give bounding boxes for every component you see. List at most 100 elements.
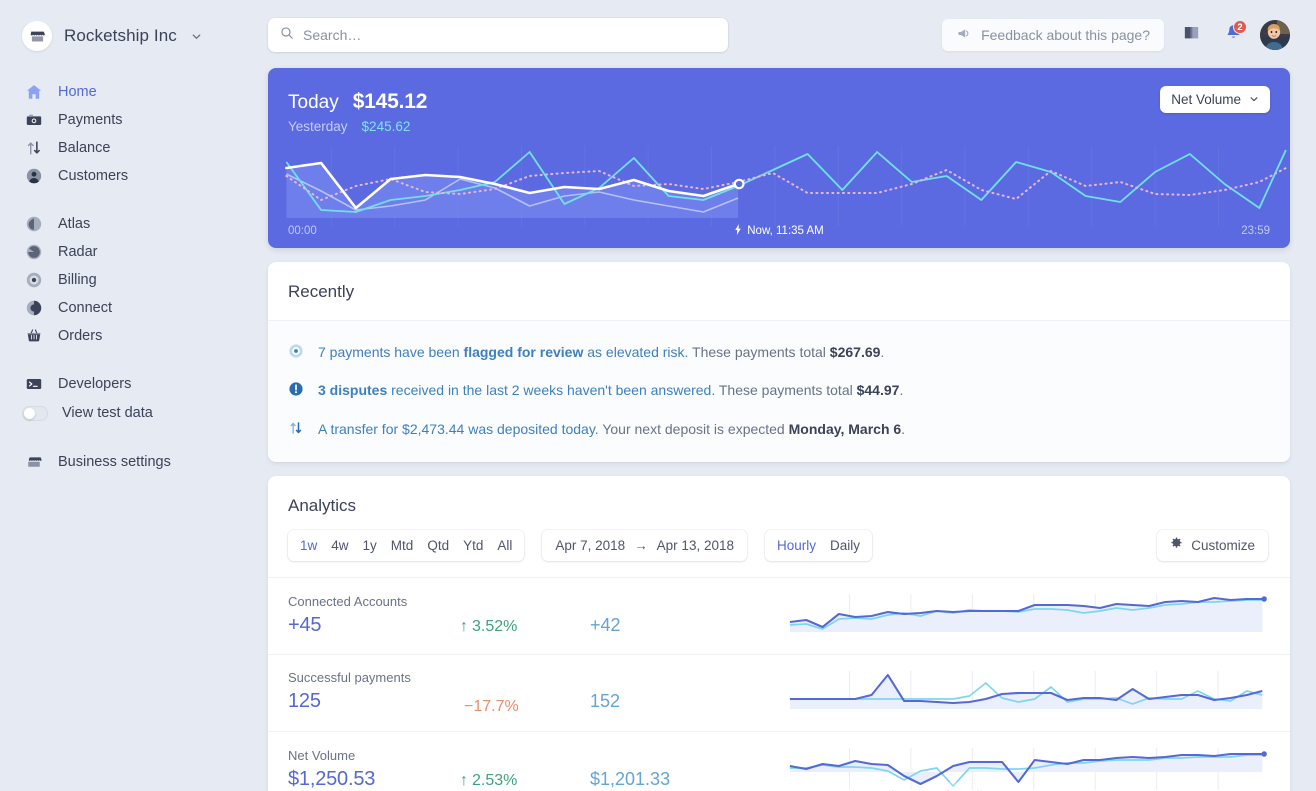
sidebar-item-atlas[interactable]: Atlas [0, 210, 252, 238]
search-icon [280, 26, 294, 45]
hero-today-value: $145.12 [352, 90, 428, 113]
sidebar-item-label: Business settings [58, 454, 171, 470]
recent-text-seg: . [899, 382, 904, 399]
recent-amount: $267.69 [829, 344, 881, 360]
sidebar-item-label: Connect [58, 300, 113, 316]
view-test-data-toggle[interactable]: View test data [0, 398, 252, 428]
hero-net-volume-card: Today $145.12 Yesterday $245.62 Net Volu… [268, 68, 1290, 248]
granularity-option-hourly[interactable]: Hourly [771, 531, 822, 560]
hero-today: Today $145.12 [288, 90, 1264, 114]
metric-delta-value: −17.7% [464, 697, 519, 715]
recent-text-seg[interactable]: have been [390, 344, 463, 360]
hero-yesterday-label: Yesterday [288, 119, 348, 134]
metric-label: Successful payments [288, 669, 411, 685]
metric-info: Net Volume $1,250.53 ↑ 2.53% $1,201.33 [288, 748, 788, 791]
metric-primary-value: 125 [288, 689, 321, 712]
hero-axis-now-label: Now, 11:35 AM [747, 225, 824, 237]
topbar: Feedback about this page? 2 [268, 16, 1290, 54]
docs-button[interactable] [1176, 20, 1206, 50]
metric-compare-value: +42 [590, 615, 621, 636]
transfer-arrows-icon [24, 138, 44, 158]
granularity-segmented-control[interactable]: Hourly Daily [764, 529, 873, 561]
sidebar-group-settings: Business settings [0, 448, 252, 476]
sidebar-item-label: Home [58, 84, 97, 100]
avatar[interactable] [1260, 20, 1290, 50]
sidebar-item-radar[interactable]: Radar [0, 238, 252, 266]
range-segmented-control[interactable]: 1w 4w 1y Mtd Qtd Ytd All [288, 529, 525, 561]
brand-name: Rocketship Inc [64, 26, 177, 45]
search-input[interactable] [303, 27, 716, 43]
date-range-picker[interactable]: Apr 7, 2018 → Apr 13, 2018 [542, 529, 747, 561]
metric-values: $1,250.53 ↑ 2.53% $1,201.33 [288, 768, 788, 791]
recent-text-seg[interactable]: as elevated risk. [583, 344, 688, 360]
analytics-controls: 1w 4w 1y Mtd Qtd Ytd All Apr 7, 2018 → A… [288, 529, 1268, 577]
arrow-up-icon: ↑ [460, 772, 468, 790]
recent-text-seg: . [880, 344, 885, 360]
sidebar-item-developers[interactable]: Developers [0, 370, 252, 398]
range-option-1y[interactable]: 1y [357, 531, 383, 560]
sidebar-item-customers[interactable]: Customers [0, 162, 252, 190]
sidebar-item-orders[interactable]: Orders [0, 322, 252, 350]
chevron-down-icon [191, 31, 202, 42]
feedback-button[interactable]: Feedback about this page? [942, 19, 1164, 51]
sidebar-item-connect[interactable]: Connect [0, 294, 252, 322]
hero-chart-svg [285, 146, 1287, 226]
list-item[interactable]: 3 disputes received in the last 2 weeks … [268, 371, 1290, 409]
connect-circle-icon [24, 298, 44, 318]
range-option-1w[interactable]: 1w [294, 531, 323, 560]
sidebar-group-developers: Developers View test data [0, 370, 252, 428]
sidebar-item-balance[interactable]: Balance [0, 134, 252, 162]
table-row[interactable]: Successful payments 125 −17.7% 152 [268, 653, 1290, 731]
recent-text-seg[interactable]: received in the last 2 weeks haven't bee… [387, 382, 715, 398]
hero-metric-select[interactable]: Net Volume [1160, 86, 1270, 113]
range-option-qtd[interactable]: Qtd [421, 531, 455, 560]
hero-metric-select-label: Net Volume [1171, 92, 1241, 107]
terminal-icon [24, 374, 44, 394]
metric-info: Connected Accounts +45 ↑ 3.52% +42 [288, 594, 788, 637]
range-option-mtd[interactable]: Mtd [385, 531, 420, 560]
notification-badge: 2 [1233, 20, 1247, 34]
sidebar-item-business-settings[interactable]: Business settings [0, 448, 252, 476]
range-option-4w[interactable]: 4w [325, 531, 354, 560]
arrow-right-icon: → [634, 537, 648, 553]
range-option-ytd[interactable]: Ytd [457, 531, 489, 560]
table-row[interactable]: Connected Accounts +45 ↑ 3.52% +42 [268, 576, 1290, 654]
sidebar-item-label: Balance [58, 140, 111, 156]
arrow-up-icon: ↑ [460, 618, 468, 636]
sidebar-item-billing[interactable]: Billing [0, 266, 252, 294]
recently-list: 7 payments have been flagged for review … [268, 320, 1290, 462]
list-item[interactable]: 7 payments have been flagged for review … [268, 333, 1290, 371]
customize-button[interactable]: Customize [1157, 529, 1268, 561]
sidebar-item-payments[interactable]: Payments [0, 106, 252, 134]
table-row[interactable]: Net Volume $1,250.53 ↑ 2.53% $1,201.33 [268, 730, 1290, 791]
metric-info: Successful payments 125 −17.7% 152 [288, 670, 788, 716]
person-circle-icon [24, 166, 44, 186]
toggle-switch-icon[interactable] [22, 405, 48, 421]
granularity-option-daily[interactable]: Daily [824, 531, 866, 560]
flagged-payments-link[interactable]: 7 payments [318, 344, 390, 360]
recent-amount: $44.97 [856, 382, 900, 399]
analytics-card: Analytics 1w 4w 1y Mtd Qtd Ytd All Apr 7… [268, 475, 1290, 791]
sparkline-svg [789, 593, 1267, 632]
disputes-link[interactable]: 3 disputes [318, 382, 387, 398]
sidebar: Rocketship Inc Home Payments Balance Cus… [0, 0, 252, 791]
list-item[interactable]: A transfer for $2,473.44 was deposited t… [268, 410, 1290, 448]
sidebar-group-primary: Home Payments Balance Customers [0, 78, 252, 190]
sparkline-connected-accounts [788, 592, 1268, 640]
flagged-for-review-link[interactable]: flagged for review [464, 344, 584, 360]
metric-values: 125 −17.7% 152 [288, 690, 788, 716]
metric-compare-value: $1,201.33 [590, 769, 671, 790]
transfer-deposit-link[interactable]: A transfer for $2,473.44 was deposited t… [318, 421, 599, 437]
transfer-arrows-icon [288, 420, 306, 436]
camera-icon [24, 110, 44, 130]
search-box[interactable] [268, 18, 728, 52]
radar-icon [24, 242, 44, 262]
metric-delta: −17.7% [460, 698, 590, 716]
notifications-button[interactable]: 2 [1218, 20, 1248, 50]
brand-switcher[interactable]: Rocketship Inc [0, 16, 252, 56]
metric-primary-value: +45 [288, 614, 322, 637]
range-option-all[interactable]: All [491, 531, 518, 560]
sparkline-svg [789, 747, 1267, 790]
sidebar-item-home[interactable]: Home [0, 78, 252, 106]
recently-title: Recently [288, 282, 355, 301]
